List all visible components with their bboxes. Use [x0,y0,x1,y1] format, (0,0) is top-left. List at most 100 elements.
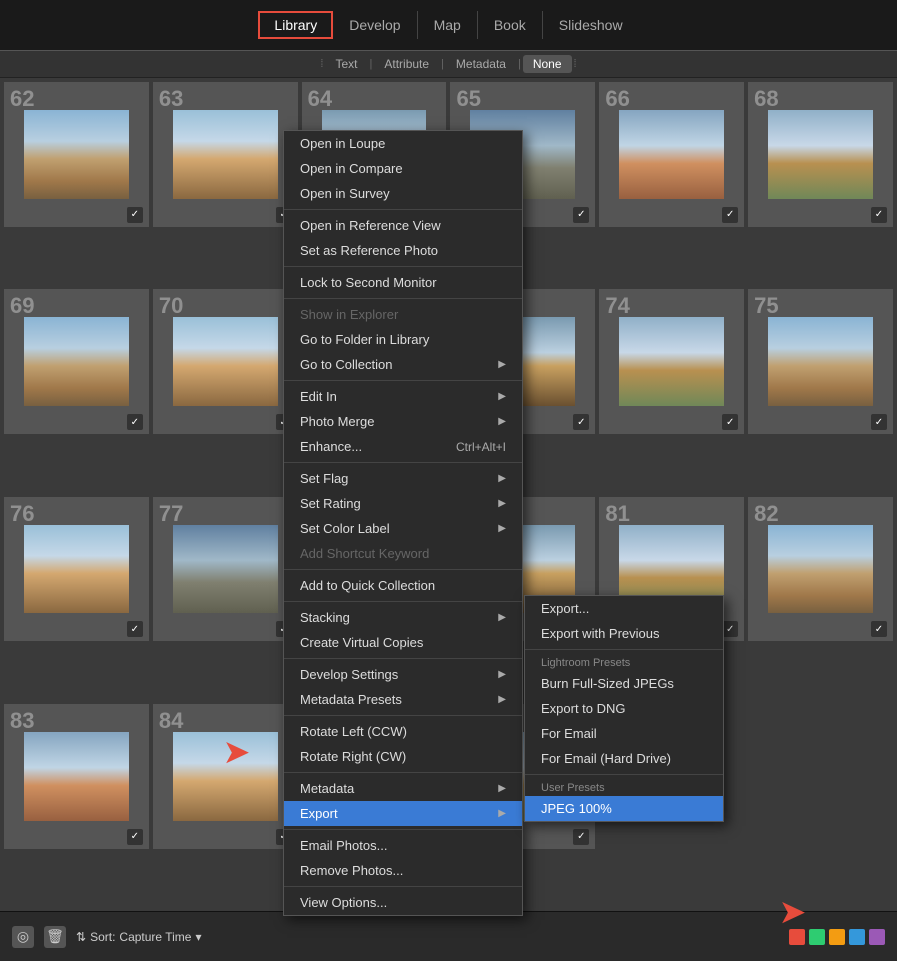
nav-slideshow[interactable]: Slideshow [543,11,639,39]
photo-thumbnail [173,317,278,406]
camera-icon[interactable]: ◎ [12,926,34,948]
filter-none[interactable]: None [523,55,572,73]
photo-badge [573,207,589,223]
menu-item[interactable]: Photo Merge▶ [284,409,522,434]
submenu-item[interactable]: JPEG 100% [525,796,723,821]
trash-icon[interactable]: 🗑 [44,926,66,948]
photo-thumbnail [173,525,278,614]
cell-number: 76 [10,501,34,527]
photo-badge [127,207,143,223]
menu-item[interactable]: Open in Compare [284,156,522,181]
sort-value[interactable]: Capture Time [119,930,191,944]
menu-item[interactable]: Open in Loupe [284,131,522,156]
grid-cell[interactable]: 76 [4,497,149,642]
menu-item[interactable]: Set Rating▶ [284,491,522,516]
photo-badge [722,621,738,637]
nav-library[interactable]: Library [258,11,333,39]
cell-number: 75 [754,293,778,319]
export-submenu: Export...Export with PreviousLightroom P… [524,595,724,822]
grid-cell[interactable]: 69 [4,289,149,434]
grid-cell[interactable]: 68 [748,82,893,227]
grid-cell[interactable]: 77 [153,497,298,642]
menu-item-label: Open in Survey [300,186,390,201]
photo-thumbnail [768,317,873,406]
submenu-item[interactable]: Export... [525,596,723,621]
menu-item[interactable]: Rotate Right (CW) [284,744,522,769]
cell-number: 63 [159,86,183,112]
cell-number: 83 [10,708,34,734]
sort-label: Sort: [90,930,115,944]
filter-bar: ⁞ Text | Attribute | Metadata | None ⁞ [0,50,897,78]
grid-cell[interactable]: 62 [4,82,149,227]
menu-separator [284,658,522,659]
menu-item[interactable]: Metadata Presets▶ [284,687,522,712]
sort-control[interactable]: ⇅ Sort: Capture Time ▾ [76,930,201,944]
submenu-item-label: Export with Previous [541,626,660,641]
nav-book[interactable]: Book [478,11,543,39]
submenu-item-label: JPEG 100% [541,801,612,816]
menu-item-label: Open in Loupe [300,136,385,151]
filter-sep-right: ⁞ [574,58,577,70]
photo-badge [722,414,738,430]
color-dot-3[interactable] [849,929,865,945]
menu-item[interactable]: Lock to Second Monitor [284,270,522,295]
grid-cell[interactable]: 63 [153,82,298,227]
menu-item[interactable]: Develop Settings▶ [284,662,522,687]
filter-text[interactable]: Text [325,55,367,73]
menu-item[interactable]: Create Virtual Copies [284,630,522,655]
menu-item[interactable]: Stacking▶ [284,605,522,630]
color-filters [789,929,885,945]
menu-item[interactable]: Metadata▶ [284,776,522,801]
menu-item[interactable]: Edit In▶ [284,384,522,409]
submenu-section-header: User Presets [525,778,723,796]
grid-cell[interactable]: 83 [4,704,149,849]
grid-cell[interactable]: 75 [748,289,893,434]
color-dot-0[interactable] [789,929,805,945]
menu-item[interactable]: Rotate Left (CCW) [284,719,522,744]
menu-item[interactable]: Open in Reference View [284,213,522,238]
menu-item[interactable]: Set as Reference Photo [284,238,522,263]
photo-thumbnail [619,317,724,406]
menu-item[interactable]: Set Color Label▶ [284,516,522,541]
menu-item[interactable]: View Options... [284,890,522,915]
menu-item[interactable]: Add to Quick Collection [284,573,522,598]
menu-item-label: Open in Compare [300,161,403,176]
photo-thumbnail [173,110,278,199]
grid-cell[interactable]: 82 [748,497,893,642]
cell-number: 77 [159,501,183,527]
filter-metadata[interactable]: Metadata [446,55,516,73]
grid-cell[interactable]: 70 [153,289,298,434]
menu-item[interactable]: Email Photos... [284,833,522,858]
menu-item[interactable]: Remove Photos... [284,858,522,883]
color-dot-4[interactable] [869,929,885,945]
menu-item[interactable]: Enhance...Ctrl+Alt+I [284,434,522,459]
nav-map[interactable]: Map [418,11,478,39]
menu-item: Show in Explorer [284,302,522,327]
color-dot-1[interactable] [809,929,825,945]
menu-separator [284,829,522,830]
menu-item[interactable]: Open in Survey [284,181,522,206]
grid-cell[interactable]: 84 [153,704,298,849]
menu-item[interactable]: Export▶ [284,801,522,826]
grid-cell[interactable]: 74 [599,289,744,434]
color-dot-2[interactable] [829,929,845,945]
submenu-item[interactable]: Burn Full-Sized JPEGs [525,671,723,696]
submenu-item-label: For Email [541,726,597,741]
menu-item[interactable]: Set Flag▶ [284,466,522,491]
cell-number: 62 [10,86,34,112]
menu-separator [284,298,522,299]
menu-item[interactable]: Go to Collection▶ [284,352,522,377]
menu-item[interactable]: Go to Folder in Library [284,327,522,352]
menu-item-label: Set Rating [300,496,361,511]
submenu-item[interactable]: Export to DNG [525,696,723,721]
submenu-item[interactable]: For Email [525,721,723,746]
filter-sep-3: | [518,58,521,70]
photo-thumbnail [619,110,724,199]
submenu-item[interactable]: Export with Previous [525,621,723,646]
filter-attribute[interactable]: Attribute [374,55,439,73]
submenu-item[interactable]: For Email (Hard Drive) [525,746,723,771]
photo-thumbnail [768,110,873,199]
grid-cell[interactable]: 66 [599,82,744,227]
nav-develop[interactable]: Develop [333,11,417,39]
menu-separator [284,886,522,887]
